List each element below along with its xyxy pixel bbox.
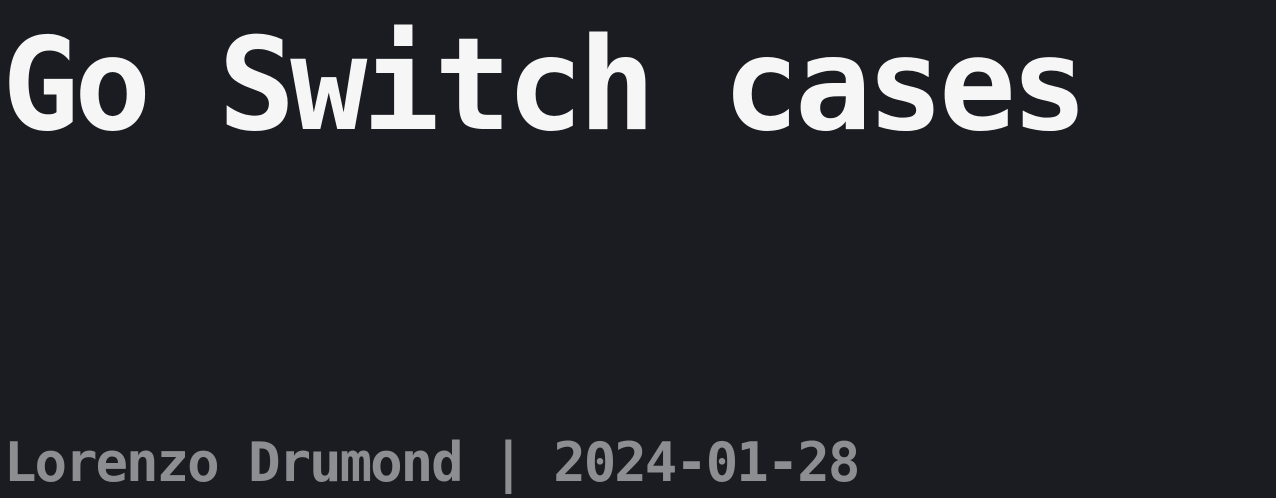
meta-separator: | <box>461 431 554 494</box>
post-card: Go Switch cases Lorenzo Drumond | 2024-0… <box>0 0 1276 498</box>
post-title: Go Switch cases <box>2 11 1088 160</box>
post-date: 2024-01-28 <box>553 431 860 494</box>
post-author: Lorenzo Drumond <box>4 431 464 494</box>
post-meta: Lorenzo Drumond | 2024-01-28 <box>4 428 860 498</box>
